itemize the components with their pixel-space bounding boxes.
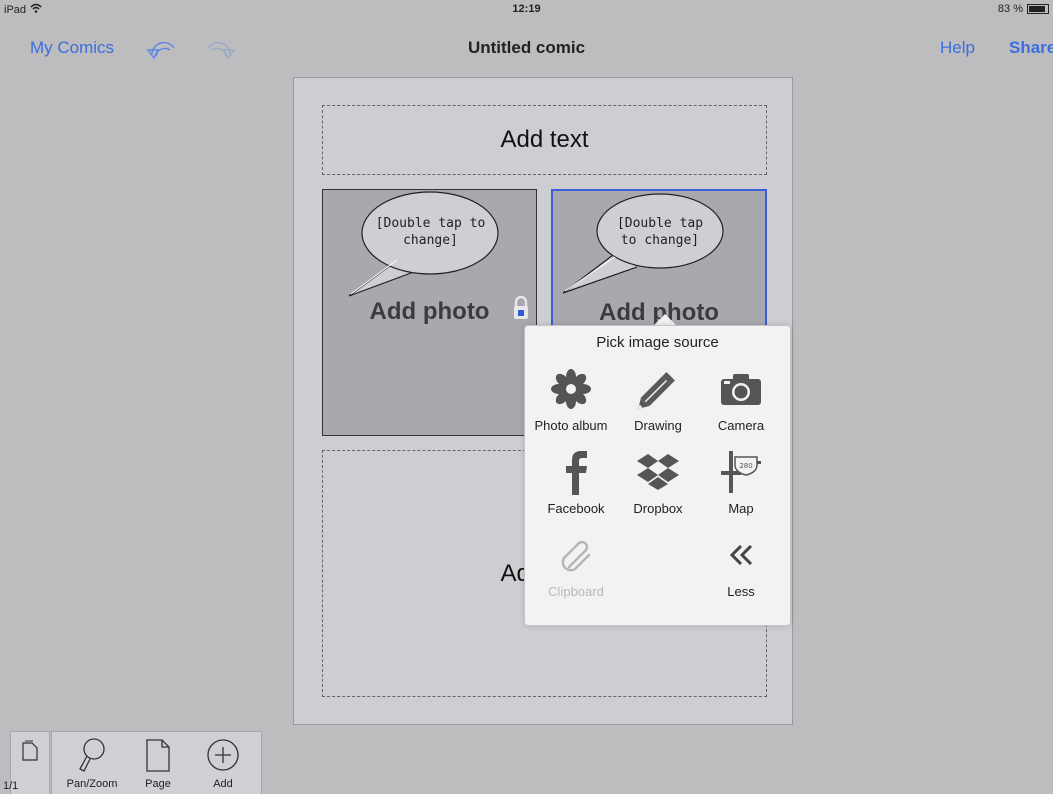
- share-button[interactable]: Share: [1009, 38, 1053, 58]
- bubble-text-line: to change]: [620, 233, 700, 248]
- option-label: Drawing: [634, 418, 682, 433]
- tools-group: Pan/Zoom Page Add: [51, 731, 262, 794]
- map-option[interactable]: 280 Map: [696, 449, 786, 516]
- tool-label: Add: [213, 778, 233, 790]
- page-icon: [128, 732, 188, 778]
- speech-bubble[interactable]: [553, 191, 765, 311]
- bubble-text-line: change]: [403, 233, 458, 248]
- photo-album-option[interactable]: Photo album: [526, 366, 616, 433]
- navigation-bar: My Comics Untitled comic Help Share: [0, 20, 1053, 76]
- bubble-text-line: [Double tap to: [375, 216, 486, 231]
- popover-title: Pick image source: [596, 334, 719, 351]
- dropbox-icon: [613, 449, 703, 495]
- double-chevron-left-icon: [696, 532, 786, 578]
- lock-icon[interactable]: [513, 295, 529, 325]
- page-counter: 1/1: [3, 780, 19, 792]
- camera-icon: [696, 366, 786, 412]
- page-tool[interactable]: Page: [128, 732, 188, 790]
- tool-label: Page: [145, 778, 171, 790]
- add-tool[interactable]: Add: [193, 732, 253, 790]
- page-counter-button[interactable]: 1/1: [3, 731, 50, 794]
- tool-label: Pan/Zoom: [66, 778, 118, 790]
- plus-circle-icon: [193, 732, 253, 778]
- option-label: Map: [728, 501, 754, 516]
- battery-icon: [1027, 4, 1049, 14]
- option-label: Less: [727, 584, 755, 599]
- option-label: Photo album: [534, 418, 608, 433]
- clipboard-option: Clipboard: [531, 532, 621, 599]
- svg-text:280: 280: [739, 462, 752, 470]
- drawing-option[interactable]: Drawing: [613, 366, 703, 433]
- status-time: 12:19: [512, 3, 541, 15]
- bubble-text-line: [Double tap: [616, 216, 704, 231]
- photo-panel-left[interactable]: [Double tap to change] Add photo: [322, 189, 537, 436]
- camera-option[interactable]: Camera: [696, 366, 786, 433]
- pages-icon: [11, 740, 49, 762]
- option-label: Dropbox: [633, 501, 683, 516]
- flower-icon: [526, 366, 616, 412]
- paperclip-icon: [531, 532, 621, 578]
- facebook-icon: [531, 449, 621, 495]
- add-photo-label: Add photo: [369, 298, 490, 325]
- pencil-icon: [613, 366, 703, 412]
- map-sign-icon: 280: [696, 449, 786, 495]
- speech-bubble[interactable]: [323, 190, 538, 310]
- magnifier-icon: [62, 732, 122, 778]
- comic-title: Untitled comic: [467, 38, 586, 57]
- facebook-option[interactable]: Facebook: [531, 449, 621, 516]
- pan-zoom-tool[interactable]: Pan/Zoom: [62, 732, 122, 790]
- top-text-box[interactable]: Add text: [322, 105, 767, 175]
- option-label: Facebook: [547, 501, 605, 516]
- battery-percent: 83 %: [997, 3, 1023, 15]
- help-button[interactable]: Help: [940, 38, 975, 58]
- option-label: Camera: [717, 418, 765, 433]
- image-source-popover: Pick image source Photo album Drawing Ca…: [524, 325, 791, 626]
- less-option[interactable]: Less: [696, 532, 786, 599]
- status-bar: iPad 12:19 83 %: [0, 0, 1053, 20]
- option-label: Clipboard: [548, 584, 604, 599]
- dropbox-option[interactable]: Dropbox: [613, 449, 703, 516]
